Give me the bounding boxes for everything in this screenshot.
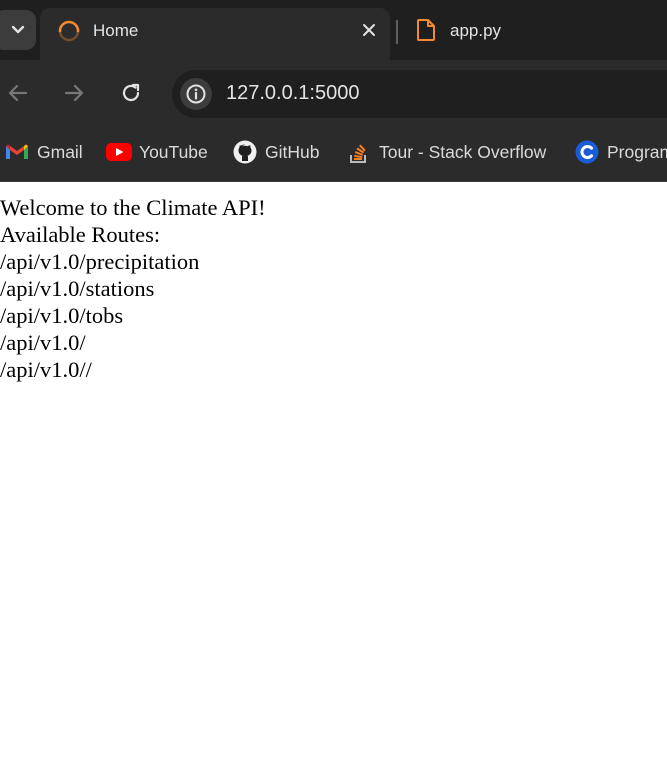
tab-strip: Home app.py <box>0 0 667 60</box>
chevron-down-icon <box>11 25 25 34</box>
url-text: 127.0.0.1:5000 <box>226 82 360 104</box>
bookmarks-bar: Gmail YouTube GitHub Tour - Stack Overfl… <box>0 124 667 182</box>
route-item: /api/v1.0/ <box>0 330 86 355</box>
tab-search-button[interactable] <box>0 10 36 50</box>
bookmark-label: Tour - Stack Overflow <box>379 141 547 162</box>
bookmark-program[interactable]: Program <box>574 138 667 166</box>
welcome-text: Welcome to the Climate API! <box>0 195 266 220</box>
file-icon <box>417 19 435 41</box>
stackoverflow-icon <box>346 139 372 165</box>
close-tab-button[interactable] <box>358 19 380 41</box>
route-item: /api/v1.0/stations <box>0 276 155 301</box>
tab-app-py[interactable]: app.py <box>404 8 667 54</box>
tab-home[interactable]: Home <box>40 8 390 60</box>
page-content: Welcome to the Climate API! Available Ro… <box>0 194 667 383</box>
back-button[interactable] <box>3 78 33 108</box>
reload-icon <box>122 83 140 102</box>
route-item: /api/v1.0// <box>0 357 92 382</box>
bookmark-github[interactable]: GitHub <box>232 138 319 166</box>
tab-separator <box>396 20 398 44</box>
forward-button[interactable] <box>59 78 89 108</box>
tab-title: Home <box>93 21 139 40</box>
bookmark-youtube[interactable]: YouTube <box>106 138 208 166</box>
site-info-button[interactable] <box>180 78 212 110</box>
gmail-icon <box>4 139 30 165</box>
routes-heading: Available Routes: <box>0 222 161 247</box>
reload-button[interactable] <box>116 78 146 108</box>
info-icon <box>186 84 206 104</box>
youtube-icon <box>106 139 132 165</box>
route-item: /api/v1.0/tobs <box>0 303 124 328</box>
browser-toolbar: 127.0.0.1:5000 <box>0 60 667 124</box>
program-icon <box>574 139 600 165</box>
route-item: /api/v1.0/precipitation <box>0 249 200 274</box>
tab-title: app.py <box>450 21 502 40</box>
close-icon <box>363 24 375 36</box>
bookmark-label: GitHub <box>265 141 320 162</box>
bookmark-label: YouTube <box>139 141 208 162</box>
address-bar[interactable]: 127.0.0.1:5000 <box>172 70 667 118</box>
github-icon <box>232 139 258 165</box>
bookmark-label: Gmail <box>37 141 83 162</box>
arrow-right-icon <box>64 84 84 102</box>
bookmark-stackoverflow[interactable]: Tour - Stack Overflow <box>346 138 546 166</box>
bookmark-label: Program <box>607 141 667 162</box>
bookmark-gmail[interactable]: Gmail <box>4 138 83 166</box>
arrow-left-icon <box>8 84 28 102</box>
loading-spinner-icon <box>58 20 80 42</box>
